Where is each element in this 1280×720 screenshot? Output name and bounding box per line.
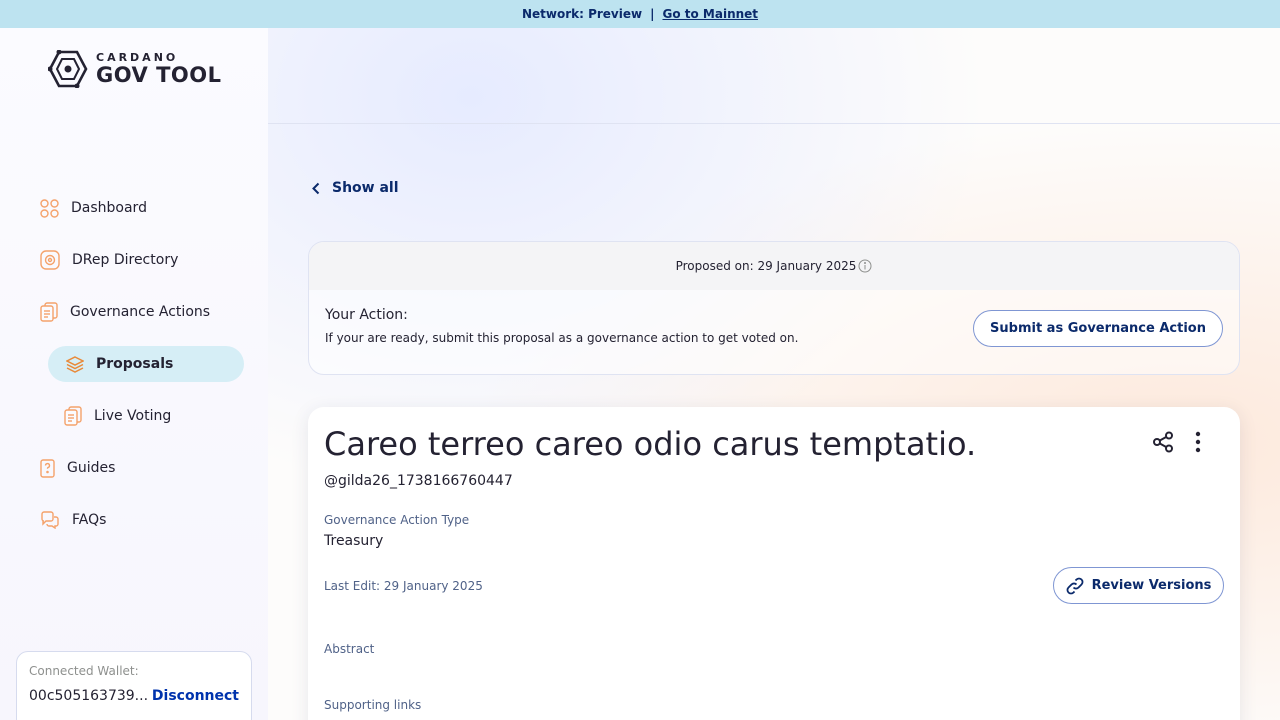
your-action-description: If your are ready, submit this proposal … [325,331,799,345]
sidebar-item-proposals[interactable]: Proposals [48,346,244,382]
sidebar-nav: Dashboard DRep Directory Governance Acti… [40,182,250,546]
go-to-mainnet-link[interactable]: Go to Mainnet [662,7,758,21]
proposed-on-date: Proposed on: 29 January 2025 [675,259,857,273]
governance-actions-icon [40,302,58,322]
sidebar: CARDANO GOV TOOL Dashboard DRep Director… [0,28,268,720]
guides-icon [40,458,55,478]
sidebar-item-label: Guides [67,460,116,476]
connected-wallet-card: Connected Wallet: 00c505163739... Discon… [16,651,252,720]
review-versions-button[interactable]: Review Versions [1053,567,1224,604]
proposal-title: Careo terreo careo odio carus temptatio. [324,425,977,463]
sidebar-item-label: Governance Actions [70,304,211,320]
show-all-label: Show all [332,180,399,196]
sidebar-item-label: DRep Directory [72,252,179,268]
drep-directory-icon [40,250,60,270]
more-options-icon[interactable] [1194,431,1202,453]
dashboard-icon [40,198,59,218]
main-content: Show all Proposed on: 29 January 2025 Yo… [268,28,1280,720]
proposal-author: @gilda26_1738166760447 [324,473,513,489]
wallet-address: 00c505163739... [29,688,149,704]
link-icon [1066,577,1084,594]
proposed-on-header: Proposed on: 29 January 2025 [309,242,1239,290]
sidebar-item-drep-directory[interactable]: DRep Directory [40,234,250,286]
live-voting-icon [64,406,82,426]
governance-action-type-value: Treasury [324,533,384,549]
network-label: Network: Preview [521,7,643,21]
logo-small-text: CARDANO [96,51,179,64]
network-banner: Network: Preview | Go to Mainnet [0,0,1280,28]
show-all-back-link[interactable]: Show all [312,180,399,196]
sidebar-item-guides[interactable]: Guides [40,442,250,494]
your-action-card: Proposed on: 29 January 2025 Your Action… [308,241,1240,375]
governance-action-type-label: Governance Action Type [324,513,470,527]
disconnect-button[interactable]: Disconnect [152,688,239,704]
sidebar-item-faqs[interactable]: FAQs [40,494,250,546]
gov-tool-logo-icon [48,50,88,88]
faqs-icon [41,511,59,529]
sidebar-item-label: FAQs [72,512,107,528]
sidebar-item-dashboard[interactable]: Dashboard [40,182,250,234]
sidebar-item-governance-actions[interactable]: Governance Actions [40,286,250,338]
sidebar-item-label: Live Voting [94,408,172,424]
sidebar-item-label: Dashboard [71,200,147,216]
review-versions-label: Review Versions [1091,578,1212,593]
proposal-card: Careo terreo careo odio carus temptatio.… [308,407,1240,720]
your-action-title: Your Action: [325,307,408,323]
submit-as-governance-action-button[interactable]: Submit as Governance Action [973,310,1223,347]
proposals-icon [66,356,84,373]
info-icon[interactable] [858,259,872,273]
top-bar [268,28,1280,124]
abstract-label: Abstract [324,642,375,656]
logo[interactable]: CARDANO GOV TOOL [48,50,222,88]
banner-separator: | [650,7,655,21]
sidebar-item-live-voting[interactable]: Live Voting [40,390,250,442]
supporting-links-label: Supporting links [324,698,422,712]
sidebar-item-label: Proposals [96,356,174,372]
logo-big-text: GOV TOOL [96,63,222,87]
share-icon[interactable] [1152,431,1174,453]
chevron-left-icon [312,182,320,194]
last-edit-date: Last Edit: 29 January 2025 [324,579,483,593]
wallet-label: Connected Wallet: [29,664,139,678]
